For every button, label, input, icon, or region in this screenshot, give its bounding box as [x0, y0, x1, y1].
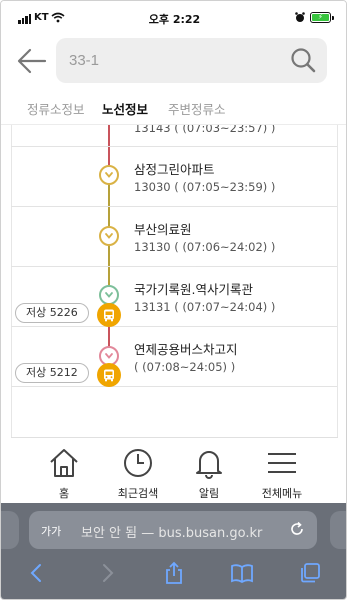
tab-nearby-stops[interactable]: 주변정류소	[168, 99, 226, 118]
bus-plate-tag[interactable]: 저상 5212	[15, 363, 89, 383]
stop-row[interactable]: 부산의료원 13130 ( (07:06~24:02) )	[11, 207, 338, 267]
nav-home[interactable]: 홈	[29, 438, 99, 504]
address-bar[interactable]: 가가 보안 안 됨 — bus.busan.go.kr	[29, 511, 317, 549]
battery-icon: ⚡	[310, 12, 334, 23]
stop-row[interactable]: 삼정그린아파트 13030 ( (07:05~23:59) )	[11, 147, 338, 207]
stop-name: 삼정그린아파트	[134, 162, 215, 177]
menu-icon	[268, 453, 296, 473]
stop-node-icon	[99, 285, 119, 305]
address-text[interactable]: 보안 안 됨 — bus.busan.go.kr	[81, 522, 262, 541]
tabs-icon[interactable]	[298, 561, 322, 585]
stop-sub: 13030 ( (07:05~23:59) )	[134, 180, 276, 194]
alarm-icon	[295, 12, 305, 22]
bell-icon	[196, 451, 222, 479]
nav-recent-search[interactable]: 최근검색	[103, 438, 173, 504]
home-icon	[50, 449, 78, 477]
share-icon[interactable]	[162, 561, 186, 585]
bus-icon[interactable]	[97, 363, 121, 387]
prev-tab-peek[interactable]	[1, 511, 19, 549]
stop-sub: 13131 ( (07:07~24:04) )	[134, 300, 276, 314]
clock-icon	[124, 449, 152, 477]
stop-sub: 13130 ( (07:06~24:02) )	[134, 240, 276, 254]
back-arrow-icon[interactable]	[15, 44, 49, 78]
forward-icon[interactable]	[95, 561, 119, 585]
nav-alerts[interactable]: 알림	[174, 438, 244, 504]
stop-name: 국가기록원.역사기록관	[134, 282, 253, 297]
status-bar: KT 오후 2:22 ⚡	[1, 1, 346, 37]
back-icon[interactable]	[25, 561, 49, 585]
text-size-button[interactable]: 가가	[41, 523, 61, 539]
tab-bar: 정류소정보 노선정보 주변정류소	[1, 93, 346, 125]
stop-node-icon	[99, 165, 119, 185]
nav-all-menu[interactable]: 전체메뉴	[247, 438, 317, 504]
nav-recent-search-label: 최근검색	[117, 487, 159, 500]
stop-row[interactable]: 13143 ( (07:03~23:57) )	[11, 125, 338, 147]
stop-name: 연제공용버스차고지	[134, 342, 238, 357]
nav-all-menu-label: 전체메뉴	[261, 487, 303, 500]
stop-node-icon	[99, 226, 119, 246]
app-frame: KT 오후 2:22 ⚡ 33-1 정류소정보 노선정보 주변정류소 13143…	[0, 0, 347, 600]
tab-route-info[interactable]: 노선정보	[102, 99, 148, 118]
bookmarks-icon[interactable]	[230, 561, 254, 585]
search-input[interactable]: 33-1	[69, 52, 99, 69]
search-bar[interactable]: 33-1	[56, 38, 327, 83]
browser-toolbar: 가가 보안 안 됨 — bus.busan.go.kr	[1, 503, 346, 599]
tab-stop-info[interactable]: 정류소정보	[27, 99, 85, 118]
route-stop-list: 13143 ( (07:03~23:57) ) 삼정그린아파트 13030 ( …	[11, 125, 338, 437]
next-tab-peek[interactable]	[330, 511, 346, 549]
search-icon[interactable]	[289, 46, 317, 74]
stop-sub: 13143 ( (07:03~23:57) )	[134, 125, 276, 135]
stop-sub: ( (07:08~24:05) )	[134, 360, 236, 374]
bus-plate-tag[interactable]: 저상 5226	[15, 303, 89, 323]
bus-icon[interactable]	[97, 303, 121, 327]
nav-alerts-label: 알림	[198, 487, 220, 500]
reload-icon[interactable]	[289, 521, 305, 537]
stop-name: 부산의료원	[134, 222, 192, 237]
nav-home-label: 홈	[58, 487, 70, 500]
bottom-nav: 홈 최근검색 알림 전체메뉴	[11, 437, 338, 503]
